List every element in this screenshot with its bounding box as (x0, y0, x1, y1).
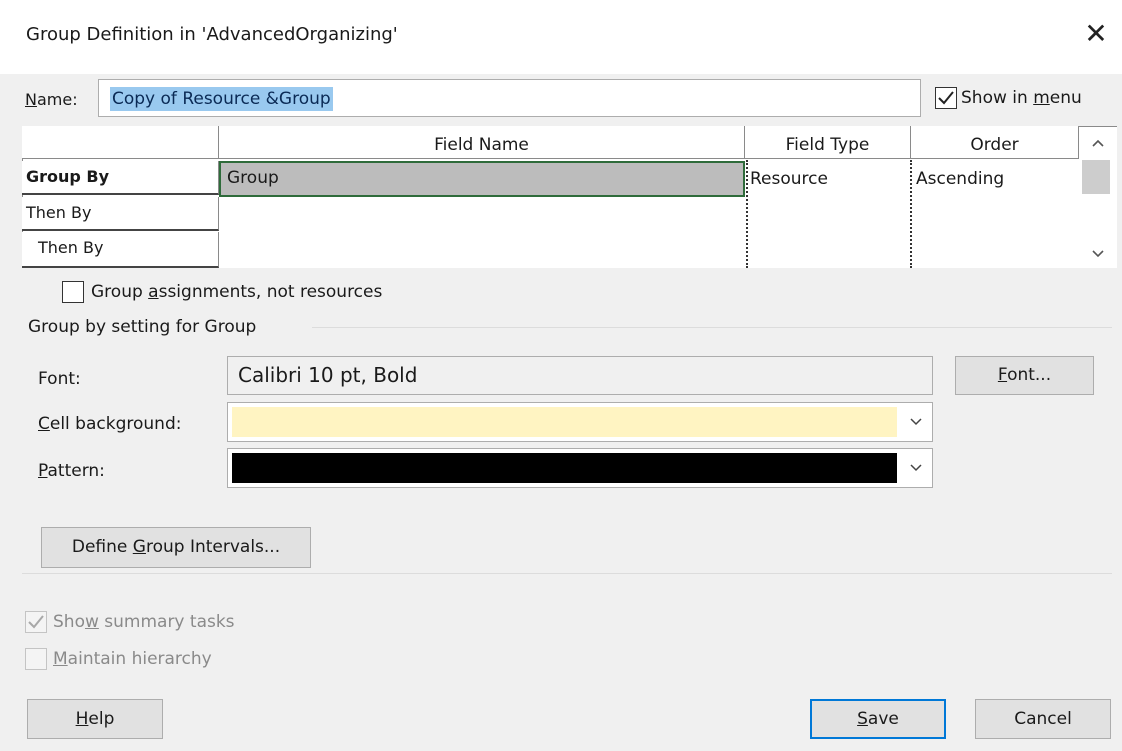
column-divider (910, 160, 912, 268)
group-setting-title: Group by setting for Group (28, 317, 257, 337)
group-assignments-checkbox[interactable] (62, 281, 84, 303)
column-header-order[interactable]: Order (911, 126, 1079, 159)
font-label: Font: (38, 369, 81, 389)
cell-background-swatch (232, 407, 897, 437)
field-name-cell-selected[interactable]: Group (219, 161, 745, 197)
field-type-cell[interactable]: Resource (748, 163, 830, 197)
grid-corner (22, 126, 219, 159)
column-header-field-type[interactable]: Field Type (745, 126, 911, 159)
show-summary-tasks-label: Show summary tasks (53, 612, 235, 632)
show-in-menu-checkbox[interactable] (935, 87, 957, 109)
help-button[interactable]: Help (27, 699, 163, 739)
checkmark-icon (938, 91, 954, 105)
scroll-down-icon[interactable] (1080, 240, 1116, 268)
row-header-then-by-1[interactable]: Then By (22, 197, 219, 231)
save-button[interactable]: Save (810, 699, 946, 739)
divider (22, 573, 1112, 574)
close-icon[interactable]: ✕ (1080, 18, 1112, 50)
window-title: Group Definition in 'AdvancedOrganizing' (26, 24, 398, 45)
show-summary-tasks-checkbox[interactable] (25, 611, 47, 633)
font-button[interactable]: Font... (955, 356, 1094, 395)
maintain-hierarchy-label: Maintain hierarchy (53, 649, 212, 669)
show-in-menu-label: Show in menu (961, 88, 1082, 108)
divider (312, 327, 1112, 328)
font-value-field: Calibri 10 pt, Bold (227, 356, 933, 395)
pattern-swatch (232, 453, 897, 483)
pattern-dropdown[interactable] (227, 448, 933, 488)
define-group-intervals-button[interactable]: Define Group Intervals... (41, 527, 311, 568)
row-header-group-by[interactable]: Group By (22, 161, 219, 195)
column-header-field-name[interactable]: Field Name (219, 126, 745, 159)
scrollbar-thumb[interactable] (1082, 160, 1110, 194)
cancel-button[interactable]: Cancel (975, 699, 1111, 739)
group-assignments-label: Group assignments, not resources (91, 282, 383, 302)
chevron-down-icon[interactable] (900, 403, 932, 441)
scroll-up-icon[interactable] (1080, 128, 1116, 158)
cell-background-label: Cell background: (38, 414, 182, 434)
order-cell[interactable]: Ascending (914, 163, 1006, 197)
pattern-label: Pattern: (38, 461, 105, 481)
name-input-value: Copy of Resource &Group (110, 87, 333, 111)
checkmark-icon (28, 615, 44, 629)
row-header-then-by-2[interactable]: Then By (22, 232, 219, 268)
maintain-hierarchy-checkbox[interactable] (25, 648, 47, 670)
chevron-down-icon[interactable] (900, 449, 932, 487)
name-label: Name: (25, 90, 78, 109)
cell-background-dropdown[interactable] (227, 402, 933, 442)
